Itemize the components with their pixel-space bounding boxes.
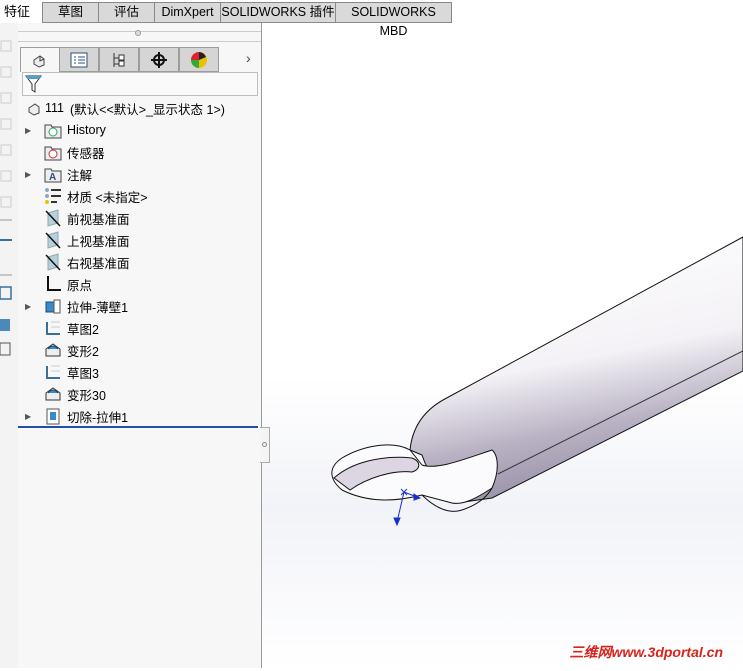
tree-item[interactable]: 右视基准面 xyxy=(18,251,258,273)
filter-icon xyxy=(25,75,42,93)
tree-item-label: 材质 <未指定> xyxy=(67,190,148,205)
svg-text:A: A xyxy=(49,172,56,183)
expand-arrow-icon[interactable]: ▶ xyxy=(25,126,31,135)
watermark: 三维网www.3dportal.cn xyxy=(569,644,724,660)
tree-item-label: 右视基准面 xyxy=(67,256,130,271)
tree-item-label: 上视基准面 xyxy=(67,234,130,249)
tree-item[interactable]: 变形2 xyxy=(18,339,258,361)
tab-configurationmanager[interactable] xyxy=(99,47,139,72)
root-config: (默认<<默认>_显示状态 1>) xyxy=(70,102,225,117)
tree-item[interactable]: 前视基准面 xyxy=(18,207,258,229)
featuremanager-icon xyxy=(33,55,45,68)
tree-item-label: 原点 xyxy=(67,278,93,293)
tree-item-label: 切除-拉伸1 xyxy=(67,410,129,425)
annotation-folder-icon: A xyxy=(44,168,62,183)
history-folder-icon xyxy=(44,124,62,139)
dimxpertmanager-icon xyxy=(151,51,167,68)
tab-solidworks-addins[interactable]: SOLIDWORKS 插件 xyxy=(221,2,336,23)
tree-filter-input[interactable] xyxy=(22,72,258,96)
tree-root-part[interactable]: 111 (默认<<默认>_显示状态 1>) xyxy=(18,97,258,119)
tree-item-label: History xyxy=(67,123,106,137)
tree-item[interactable]: 变形30 xyxy=(18,383,258,405)
tree-item[interactable]: ▶ A 注解 xyxy=(18,163,258,185)
tree-item-label: 变形2 xyxy=(67,344,99,359)
tree-item[interactable]: 原点 xyxy=(18,273,258,295)
root-part-name: 111 xyxy=(45,101,65,115)
feature-manager-panel: › 111 (默认<<默认>_显示状态 1>) ▶ History 传感器 ▶ A 注解材… xyxy=(18,23,262,668)
expand-arrow-icon[interactable]: ▶ xyxy=(25,302,31,311)
expand-arrow-icon[interactable]: ▶ xyxy=(25,412,31,421)
displaymanager-icon xyxy=(191,51,207,68)
panel-tabs-scroll-right[interactable]: › xyxy=(246,50,251,66)
sketch-icon xyxy=(46,321,60,335)
view-toolbar-strip xyxy=(0,23,18,668)
panel-splitter-handle[interactable] xyxy=(135,30,141,36)
tree-item-label: 变形30 xyxy=(67,388,106,403)
tree-item[interactable]: 上视基准面 xyxy=(18,229,258,251)
tree-item[interactable]: 传感器 xyxy=(18,141,258,163)
tree-item-label: 注解 xyxy=(67,168,93,183)
tree-item[interactable]: 草图3 xyxy=(18,361,258,383)
3d-model-view xyxy=(331,236,743,527)
tab-propertymanager[interactable] xyxy=(59,47,99,72)
cut-extrude-icon xyxy=(46,408,60,425)
graphics-area[interactable] xyxy=(262,23,743,668)
tree-item-label: 草图2 xyxy=(67,322,99,337)
material-icon xyxy=(45,188,61,204)
tab-solidworks-mbd[interactable]: SOLIDWORKS MBD xyxy=(336,2,452,38)
deform-icon xyxy=(45,343,61,357)
configurationmanager-icon xyxy=(113,52,125,67)
part-icon xyxy=(28,103,40,116)
tab-sketch[interactable]: 草图 xyxy=(42,2,99,23)
panel-collapse-handle[interactable] xyxy=(260,427,270,463)
tree-item[interactable]: ▶ History xyxy=(18,119,258,141)
tree-item-label: 拉伸-薄壁1 xyxy=(67,300,129,315)
expand-arrow-icon[interactable]: ▶ xyxy=(25,170,31,179)
tab-dimxpertmanager[interactable] xyxy=(139,47,179,72)
tree-item-label: 前视基准面 xyxy=(67,212,130,227)
plane-icon xyxy=(45,209,61,227)
plane-icon xyxy=(45,253,61,271)
tab-dimxpert[interactable]: DimXpert xyxy=(155,2,221,23)
propertymanager-icon xyxy=(70,52,88,67)
tree-item-label: 草图3 xyxy=(67,366,99,381)
tree-item[interactable]: ▶ 拉伸-薄壁1 xyxy=(18,295,258,317)
plane-icon xyxy=(45,231,61,249)
rollback-bar[interactable] xyxy=(18,426,258,428)
tab-evaluate[interactable]: 评估 xyxy=(99,2,155,23)
tab-featuremanager[interactable] xyxy=(20,47,60,72)
tree-item[interactable]: 草图2 xyxy=(18,317,258,339)
tab-features[interactable]: 特征 xyxy=(0,2,42,23)
tree-item[interactable]: 材质 <未指定> xyxy=(18,185,258,207)
tree-item[interactable]: ▶ 切除-拉伸1 xyxy=(18,405,258,427)
sketch-icon xyxy=(46,365,60,379)
sensor-folder-icon xyxy=(44,146,62,161)
origin-icon xyxy=(47,276,61,291)
tab-displaymanager[interactable] xyxy=(179,47,219,72)
command-manager-tabs: 特征 草图 评估 DimXpert SOLIDWORKS 插件 SOLIDWOR… xyxy=(0,0,743,38)
tree-item-label: 传感器 xyxy=(67,146,105,161)
extrude-icon xyxy=(45,299,61,314)
deform-icon xyxy=(45,387,61,401)
